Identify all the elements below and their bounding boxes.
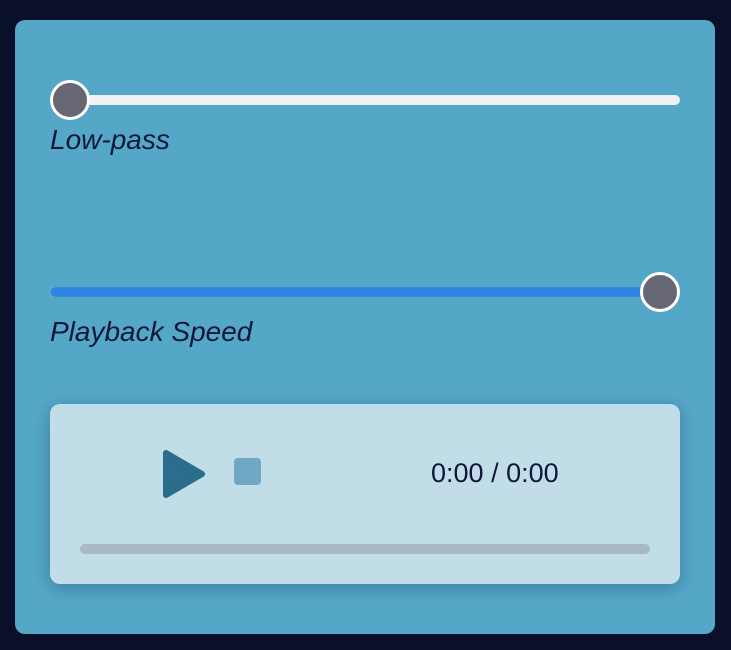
low-pass-slider[interactable] xyxy=(50,80,680,120)
low-pass-track[interactable] xyxy=(50,95,680,105)
low-pass-thumb[interactable] xyxy=(50,80,90,120)
time-readout: 0:00 / 0:00 xyxy=(431,458,559,489)
playback-speed-track[interactable] xyxy=(50,287,680,297)
playback-speed-thumb[interactable] xyxy=(640,272,680,312)
audio-player: 0:00 / 0:00 xyxy=(50,404,680,584)
audio-control-panel: Low-pass Playback Speed 0:00 / 0:00 xyxy=(15,20,715,634)
stop-button[interactable] xyxy=(234,458,261,485)
low-pass-label: Low-pass xyxy=(50,124,170,155)
playback-speed-slider[interactable] xyxy=(50,272,680,312)
play-button[interactable] xyxy=(162,449,206,499)
playback-speed-label: Playback Speed xyxy=(50,316,253,347)
progress-bar[interactable] xyxy=(80,544,650,554)
duration: 0:00 xyxy=(506,458,559,488)
time-separator: / xyxy=(483,458,507,488)
current-time: 0:00 xyxy=(431,458,484,488)
play-icon xyxy=(163,450,205,498)
playback-speed-fill xyxy=(50,287,660,297)
